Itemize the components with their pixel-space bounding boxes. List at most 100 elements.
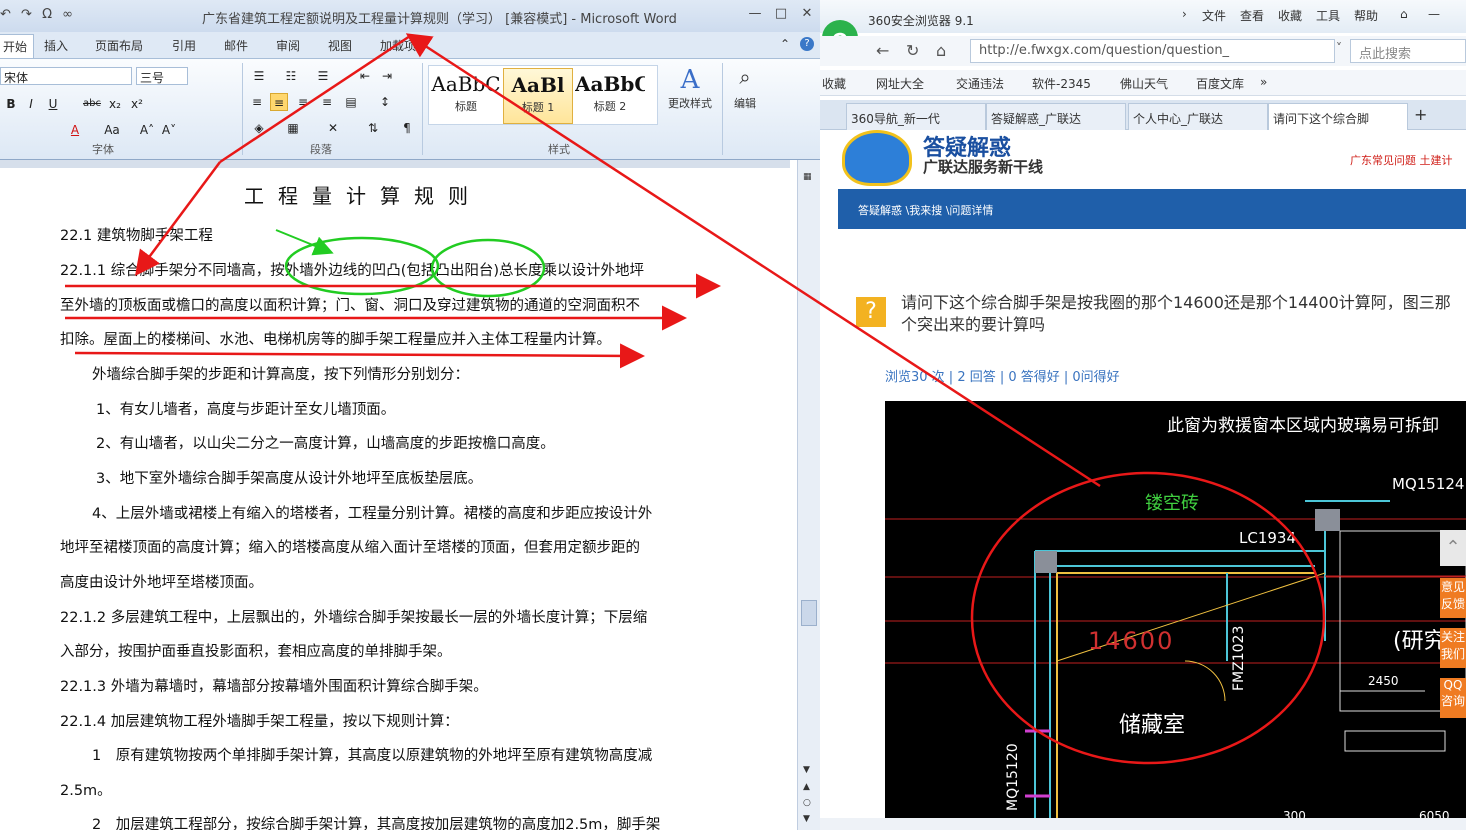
style-heading-2[interactable]: AaBbC 标题 2 bbox=[575, 68, 645, 124]
redo-icon[interactable]: ↷ bbox=[21, 7, 32, 22]
style-title[interactable]: AaBbC 标题 bbox=[431, 68, 501, 124]
browser-minimize-icon[interactable]: — bbox=[1428, 7, 1440, 21]
decrease-indent-icon[interactable]: ⇤ bbox=[356, 67, 374, 85]
follow-button[interactable]: 关注我们 bbox=[1440, 628, 1466, 668]
scroll-thumb[interactable] bbox=[801, 600, 817, 626]
feedback-button[interactable]: 意见反馈 bbox=[1440, 578, 1466, 618]
doc-line: 高度由设计外地坪至塔楼顶面。 bbox=[60, 575, 263, 591]
bookmark-software[interactable]: 软件-2345 bbox=[1032, 75, 1091, 92]
search-input[interactable]: 点此搜索 bbox=[1350, 39, 1466, 63]
justify-icon[interactable]: ≡ bbox=[318, 93, 336, 111]
tab-insert[interactable]: 插入 bbox=[44, 37, 68, 54]
link-icon[interactable]: ∞ bbox=[62, 7, 73, 22]
bookmark-favorites[interactable]: 收藏 bbox=[822, 75, 846, 92]
borders-icon[interactable]: ▦ bbox=[284, 119, 302, 137]
breadcrumb[interactable]: 答疑解惑 \我来搜 \问题详情 bbox=[858, 202, 993, 218]
menu-view[interactable]: 查看 bbox=[1240, 7, 1264, 24]
multilevel-icon[interactable]: ☰ bbox=[314, 67, 332, 85]
ruler-toggle-icon[interactable]: ▦ bbox=[803, 172, 812, 182]
change-styles-icon: A bbox=[680, 65, 700, 95]
tab-layout[interactable]: 页面布局 bbox=[95, 37, 143, 54]
sort-icon[interactable]: ⇅ bbox=[364, 119, 382, 137]
align-right-icon[interactable]: ≡ bbox=[294, 93, 312, 111]
line-spacing-icon[interactable]: ↕ bbox=[376, 93, 394, 111]
back-icon[interactable]: ← bbox=[876, 41, 889, 60]
shirt-icon[interactable]: ⌂ bbox=[1400, 7, 1408, 21]
font-color-button[interactable]: A bbox=[66, 121, 84, 139]
qq-consult-button[interactable]: QQ咨询 bbox=[1440, 678, 1466, 718]
grow-font-button[interactable]: A˄ bbox=[138, 121, 156, 139]
strikethrough-button[interactable]: abc bbox=[80, 95, 104, 113]
asian-layout-icon[interactable]: ✕ bbox=[324, 119, 342, 137]
distribute-icon[interactable]: ▤ bbox=[342, 93, 360, 111]
menu-help[interactable]: 帮助 bbox=[1354, 7, 1378, 24]
minimize-button[interactable]: — bbox=[744, 6, 766, 21]
tab-review[interactable]: 审阅 bbox=[276, 37, 300, 54]
cad-drawing-image[interactable]: 此窗为救援窗本区域内玻璃易可拆卸 MQ15124 镂空砖 LC1934 1460… bbox=[885, 401, 1466, 830]
ribbon-minimize-icon[interactable]: ⌃ bbox=[780, 37, 790, 51]
address-bar[interactable]: http://e.fwxgx.com/question/question_ bbox=[970, 39, 1335, 63]
scroll-down-icon[interactable]: ▼ bbox=[803, 765, 810, 775]
menu-back-icon[interactable]: › bbox=[1182, 7, 1187, 21]
menu-favorites[interactable]: 收藏 bbox=[1278, 7, 1302, 24]
align-center-icon[interactable]: ≡ bbox=[270, 93, 288, 111]
bookmark-weather[interactable]: 佛山天气 bbox=[1120, 75, 1168, 92]
browser-tab[interactable]: 360导航_新一代 bbox=[846, 103, 986, 130]
browser-tab[interactable]: 个人中心_广联达 bbox=[1128, 103, 1268, 130]
maximize-button[interactable]: □ bbox=[770, 6, 792, 21]
subscript-button[interactable]: x₂ bbox=[106, 95, 124, 113]
tab-home[interactable]: 开始 bbox=[0, 34, 35, 58]
underline-button[interactable]: U bbox=[44, 95, 62, 113]
doc-line: 扣除。屋面上的楼梯间、水池、电梯机房等的脚手架工程量应并入主体工程量内计算。 bbox=[60, 332, 611, 348]
tab-mailings[interactable]: 邮件 bbox=[224, 37, 248, 54]
font-name-select[interactable]: 宋体 bbox=[0, 67, 132, 85]
change-case-button[interactable]: Aa bbox=[100, 121, 124, 139]
style-heading-1[interactable]: AaBl 标题 1 bbox=[503, 68, 573, 124]
home-icon[interactable]: ⌂ bbox=[936, 41, 946, 60]
bold-button[interactable]: B bbox=[2, 95, 20, 113]
browser-tab[interactable]: 答疑解惑_广联达 bbox=[986, 103, 1126, 130]
show-marks-icon[interactable]: ¶ bbox=[398, 119, 416, 137]
prev-page-icon[interactable]: ▲ bbox=[803, 782, 810, 792]
edit-button[interactable]: ⌕ 编辑 bbox=[728, 65, 762, 111]
doc-line: 3、地下室外墙综合脚手架高度从设计外地坪至底板垫层底。 bbox=[96, 471, 483, 487]
refresh-icon[interactable]: ↻ bbox=[906, 41, 919, 60]
bullets-icon[interactable]: ☰ bbox=[250, 67, 268, 85]
shrink-font-button[interactable]: A˅ bbox=[160, 121, 178, 139]
ribbon: 宋体 三号 B I U abc x₂ x² A Aa A˄ A˅ 字体 ☰ ☷ … bbox=[0, 58, 820, 160]
browser-tab-active[interactable]: 请问下这个综合脚 bbox=[1268, 103, 1408, 131]
shading-icon[interactable]: ◈ bbox=[250, 119, 268, 137]
dropdown-icon[interactable]: ˅ bbox=[1336, 41, 1342, 55]
menu-tools[interactable]: 工具 bbox=[1316, 7, 1340, 24]
bookmark-wenku[interactable]: 百度文库 bbox=[1196, 75, 1244, 92]
menu-file[interactable]: 文件 bbox=[1202, 7, 1226, 24]
superscript-button[interactable]: x² bbox=[128, 95, 146, 113]
top-links[interactable]: 广东常见问题 土建计 bbox=[1350, 152, 1453, 168]
tab-view[interactable]: 视图 bbox=[328, 37, 352, 54]
font-size-select[interactable]: 三号 bbox=[136, 67, 188, 85]
tab-addins[interactable]: 加载项 bbox=[380, 37, 416, 54]
bookmark-traffic[interactable]: 交通违法 bbox=[956, 75, 1004, 92]
symbol-icon[interactable]: Ω bbox=[42, 7, 52, 22]
align-left-icon[interactable]: ≡ bbox=[248, 93, 266, 111]
tab-references[interactable]: 引用 bbox=[172, 37, 196, 54]
new-tab-icon[interactable]: + bbox=[1414, 105, 1427, 124]
word-titlebar: ↶ ↷ Ω ∞ 广东省建筑工程定额说明及工程量计算规则（学习） [兼容模式] -… bbox=[0, 0, 820, 32]
increase-indent-icon[interactable]: ⇥ bbox=[378, 67, 396, 85]
back-to-top-icon[interactable]: ⌃ bbox=[1440, 530, 1466, 566]
numbering-icon[interactable]: ☷ bbox=[282, 67, 300, 85]
italic-button[interactable]: I bbox=[22, 95, 40, 113]
doc-line: 入部分，按围护面垂直投影面积，套相应高度的单排脚手架。 bbox=[60, 644, 452, 660]
edit-label: 编辑 bbox=[734, 97, 756, 110]
close-button[interactable]: ✕ bbox=[796, 6, 818, 21]
next-page-icon[interactable]: ▼ bbox=[803, 814, 810, 824]
ribbon-tabs: 开始 插入 页面布局 引用 邮件 审阅 视图 加载项 ⌃ ? bbox=[0, 32, 820, 58]
help-icon[interactable]: ? bbox=[800, 37, 814, 51]
change-styles-button[interactable]: A 更改样式 bbox=[666, 65, 714, 111]
bookmark-sites[interactable]: 网址大全 bbox=[876, 75, 924, 92]
browser-horizontal-scrollbar[interactable] bbox=[820, 818, 1466, 830]
more-bookmarks-icon[interactable]: » bbox=[1260, 75, 1267, 89]
browse-object-icon[interactable]: ○ bbox=[803, 798, 811, 808]
undo-icon[interactable]: ↶ bbox=[0, 7, 11, 22]
word-vertical-scrollbar[interactable]: ▦ ▼ ▲ ○ ▼ bbox=[797, 160, 820, 830]
